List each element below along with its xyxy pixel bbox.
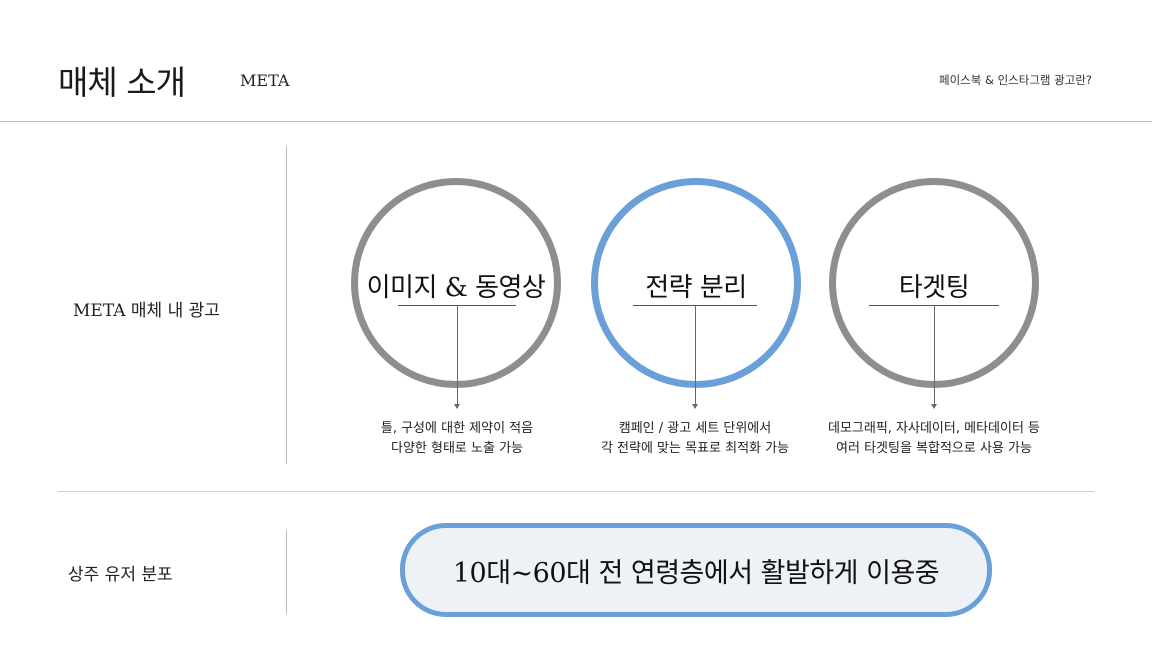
row1-divider bbox=[286, 146, 287, 464]
page-title: 매체 소개 bbox=[58, 63, 186, 102]
feature-description-strategy: 캠페인 / 광고 세트 단위에서 각 전략에 맞는 목표로 최적화 가능 bbox=[555, 419, 835, 459]
description-line: 여러 타겟팅을 복합적으로 사용 가능 bbox=[836, 441, 1032, 456]
circle-title: 타겟팅 bbox=[898, 273, 970, 303]
description-line: 각 전략에 맞는 목표로 최적화 가능 bbox=[600, 441, 790, 456]
user-distribution-pill: 10대~60대 전 연령층에서 활발하게 이용중 bbox=[400, 523, 992, 617]
feature-circle-strategy: 전략 분리 bbox=[591, 178, 801, 388]
arrow-down-icon bbox=[454, 305, 460, 409]
arrow-down-icon bbox=[692, 305, 698, 409]
row-label-user-distribution: 상주 유저 분포 bbox=[68, 565, 173, 585]
feature-circle-image-video: 이미지 & 동영상 bbox=[351, 178, 561, 388]
header-divider bbox=[0, 121, 1152, 122]
description-line: 캠페인 / 광고 세트 단위에서 bbox=[618, 421, 772, 436]
row-label-meta-ads: META 매체 내 광고 bbox=[73, 301, 220, 321]
arrow-down-icon bbox=[931, 305, 937, 409]
section-heading: 페이스북 & 인스타그램 광고란? bbox=[939, 73, 1092, 87]
description-line: 데모그래픽, 자사데이터, 메타데이터 등 bbox=[827, 421, 1041, 436]
feature-description-targeting: 데모그래픽, 자사데이터, 메타데이터 등 여러 타겟팅을 복합적으로 사용 가… bbox=[794, 419, 1074, 459]
row-divider bbox=[58, 491, 1094, 492]
pill-text: 10대~60대 전 연령층에서 활발하게 이용중 bbox=[452, 557, 940, 589]
page-subtitle: META bbox=[240, 71, 290, 90]
circle-title: 전략 분리 bbox=[645, 273, 747, 303]
row2-divider bbox=[286, 530, 287, 614]
circle-title: 이미지 & 동영상 bbox=[366, 273, 546, 303]
